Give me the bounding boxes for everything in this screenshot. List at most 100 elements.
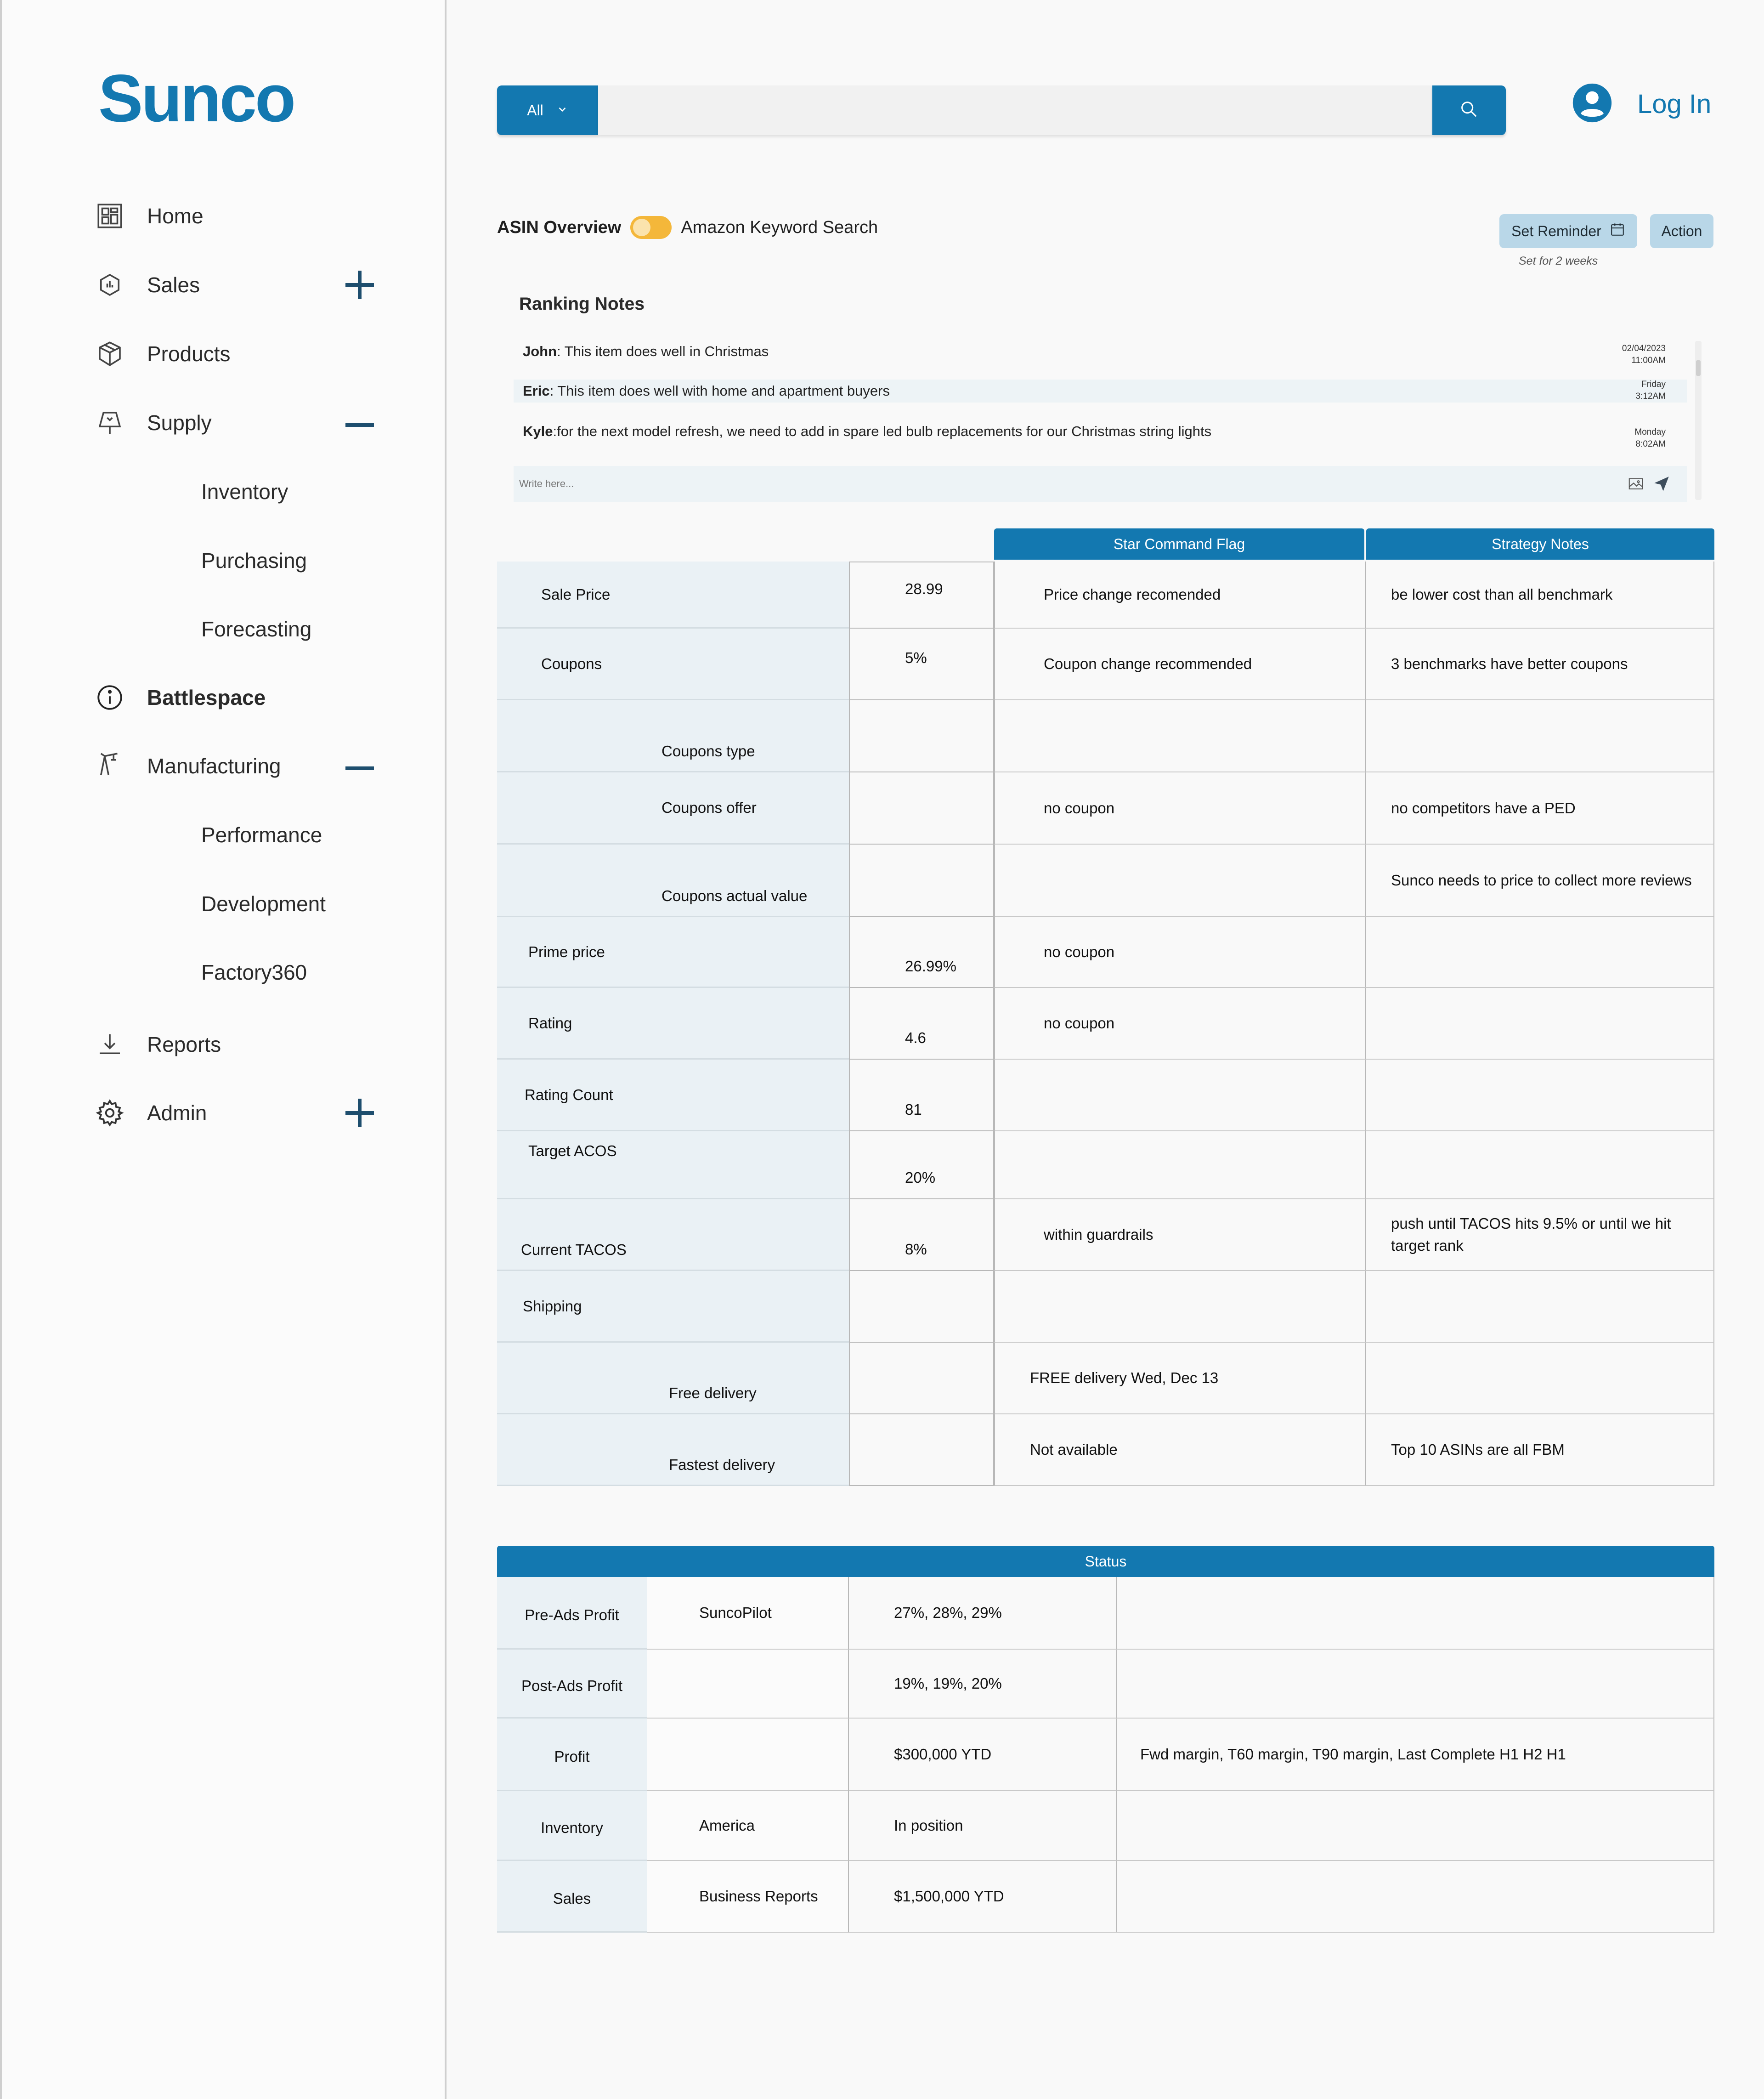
note-author: John (523, 343, 557, 359)
value-cell[interactable]: 28.99 (849, 562, 994, 629)
strategy-cell[interactable]: no competitors have a PED (1366, 772, 1714, 845)
flag-cell[interactable] (994, 1271, 1366, 1343)
sidebar-item-factory360[interactable]: Factory360 (2, 945, 448, 1000)
status-value-cell[interactable]: $300,000 YTD (849, 1719, 1117, 1791)
status-value-cell[interactable]: 27%, 28%, 29% (849, 1577, 1117, 1650)
send-icon[interactable] (1652, 474, 1671, 496)
status-note-cell[interactable] (1117, 1650, 1714, 1719)
value-cell[interactable] (849, 1271, 994, 1343)
image-icon[interactable] (1627, 475, 1645, 495)
expand-icon[interactable] (345, 269, 378, 301)
strategy-cell[interactable]: Top 10 ASINs are all FBM (1366, 1414, 1714, 1486)
status-note-cell[interactable] (1117, 1577, 1714, 1650)
note-time: 8:02AM (1635, 439, 1666, 449)
strategy-cell[interactable] (1366, 1131, 1714, 1199)
sidebar-item-development[interactable]: Development (2, 876, 448, 931)
value-cell[interactable] (849, 700, 994, 772)
mode-toggle[interactable] (630, 216, 672, 239)
note-input[interactable] (514, 466, 1616, 502)
note-message: :for the next model refresh, we need to … (553, 423, 1212, 439)
sidebar-item-inventory[interactable]: Inventory (2, 464, 448, 519)
status-label-cell: Profit (497, 1719, 647, 1791)
collapse-icon[interactable] (345, 409, 378, 441)
sidebar-item-battlespace[interactable]: Battlespace (2, 670, 448, 725)
strategy-cell[interactable] (1366, 988, 1714, 1060)
status-note-cell[interactable]: Fwd margin, T60 margin, T90 margin, Last… (1117, 1719, 1714, 1791)
strategy-notes-header: Strategy Notes (1366, 528, 1714, 560)
status-note-cell[interactable] (1117, 1791, 1714, 1861)
note-message: : This item does well in Christmas (557, 343, 769, 359)
flag-cell[interactable]: FREE delivery Wed, Dec 13 (994, 1343, 1366, 1414)
sidebar-item-manufacturing[interactable]: Manufacturing (2, 738, 448, 794)
search-category-dropdown[interactable]: All (497, 85, 598, 135)
status-value-cell-text: 19%, 19%, 20% (894, 1675, 1002, 1692)
status-value-cell-text: 27%, 28%, 29% (894, 1604, 1002, 1621)
crane-icon (89, 743, 130, 784)
row-label-cell: Coupons offer (497, 772, 849, 845)
sidebar-item-products[interactable]: Products (2, 326, 448, 381)
sidebar-item-forecasting[interactable]: Forecasting (2, 601, 448, 657)
collapse-icon[interactable] (345, 752, 378, 784)
status-label-cell-text: Sales (553, 1889, 591, 1907)
set-reminder-label: Set Reminder (1511, 222, 1601, 239)
value-cell[interactable] (849, 772, 994, 845)
value-cell[interactable]: 5% (849, 629, 994, 700)
value-cell[interactable] (849, 1414, 994, 1486)
sidebar-item-admin[interactable]: Admin (2, 1085, 448, 1140)
sidebar-item-performance[interactable]: Performance (2, 807, 448, 862)
flag-cell[interactable]: Coupon change recommended (994, 629, 1366, 700)
notes-scrollbar[interactable] (1695, 341, 1702, 500)
strategy-cell[interactable]: Sunco needs to price to collect more rev… (1366, 845, 1714, 917)
strategy-cell[interactable] (1366, 700, 1714, 772)
flag-cell[interactable]: Not available (994, 1414, 1366, 1486)
flag-text: no coupon (1044, 799, 1115, 817)
search-input[interactable] (598, 85, 1432, 135)
flag-cell[interactable] (994, 845, 1366, 917)
flag-cell[interactable]: no coupon (994, 988, 1366, 1060)
strategy-cell[interactable] (1366, 917, 1714, 988)
status-value-cell[interactable]: 19%, 19%, 20% (849, 1650, 1117, 1719)
sidebar-item-sales[interactable]: Sales (2, 257, 448, 312)
value-cell[interactable]: 81 (849, 1060, 994, 1131)
sidebar-item-purchasing[interactable]: Purchasing (2, 533, 448, 588)
strategy-cell[interactable] (1366, 1271, 1714, 1343)
row-label-cell: Prime price (497, 917, 849, 988)
sidebar-item-reports[interactable]: Reports (2, 1017, 448, 1072)
set-reminder-button[interactable]: Set Reminder (1499, 214, 1637, 248)
value-cell[interactable]: 20% (849, 1131, 994, 1199)
keyword-search-label: Amazon Keyword Search (681, 217, 878, 237)
flag-cell[interactable]: no coupon (994, 917, 1366, 988)
status-value-cell[interactable]: $1,500,000 YTD (849, 1861, 1117, 1933)
flag-cell[interactable] (994, 1060, 1366, 1131)
status-value-cell[interactable]: In position (849, 1791, 1117, 1861)
status-label-cell-text: Post-Ads Profit (521, 1677, 623, 1694)
flag-cell[interactable]: no coupon (994, 772, 1366, 845)
expand-icon[interactable] (345, 1097, 378, 1129)
flag-cell[interactable] (994, 700, 1366, 772)
login-button[interactable]: Log In (1571, 81, 1711, 127)
flag-text: Price change recomended (1044, 586, 1221, 603)
row-label: Target ACOS (528, 1142, 617, 1159)
sidebar-item-supply[interactable]: Supply (2, 395, 448, 450)
value-cell[interactable]: 26.99% (849, 917, 994, 988)
flag-cell[interactable]: Price change recomended (994, 562, 1366, 629)
value-cell[interactable] (849, 1343, 994, 1414)
strategy-cell[interactable]: push until TACOS hits 9.5% or until we h… (1366, 1199, 1714, 1271)
value-cell[interactable]: 4.6 (849, 988, 994, 1060)
flag-cell[interactable]: within guardrails (994, 1199, 1366, 1271)
note-author: Eric (523, 383, 550, 399)
row-label: Rating Count (525, 1086, 613, 1103)
flag-cell[interactable] (994, 1131, 1366, 1199)
search-button[interactable] (1432, 85, 1506, 135)
strategy-cell[interactable] (1366, 1060, 1714, 1131)
value-cell[interactable] (849, 845, 994, 917)
note-composer (514, 466, 1687, 502)
action-button[interactable]: Action (1650, 214, 1713, 248)
value-cell[interactable]: 8% (849, 1199, 994, 1271)
sidebar-item-home[interactable]: Home (2, 188, 448, 244)
strategy-cell[interactable] (1366, 1343, 1714, 1414)
status-note-cell[interactable] (1117, 1861, 1714, 1933)
logo[interactable]: Sunco (98, 60, 296, 137)
strategy-cell[interactable]: 3 benchmarks have better coupons (1366, 629, 1714, 700)
strategy-cell[interactable]: be lower cost than all benchmark (1366, 562, 1714, 629)
